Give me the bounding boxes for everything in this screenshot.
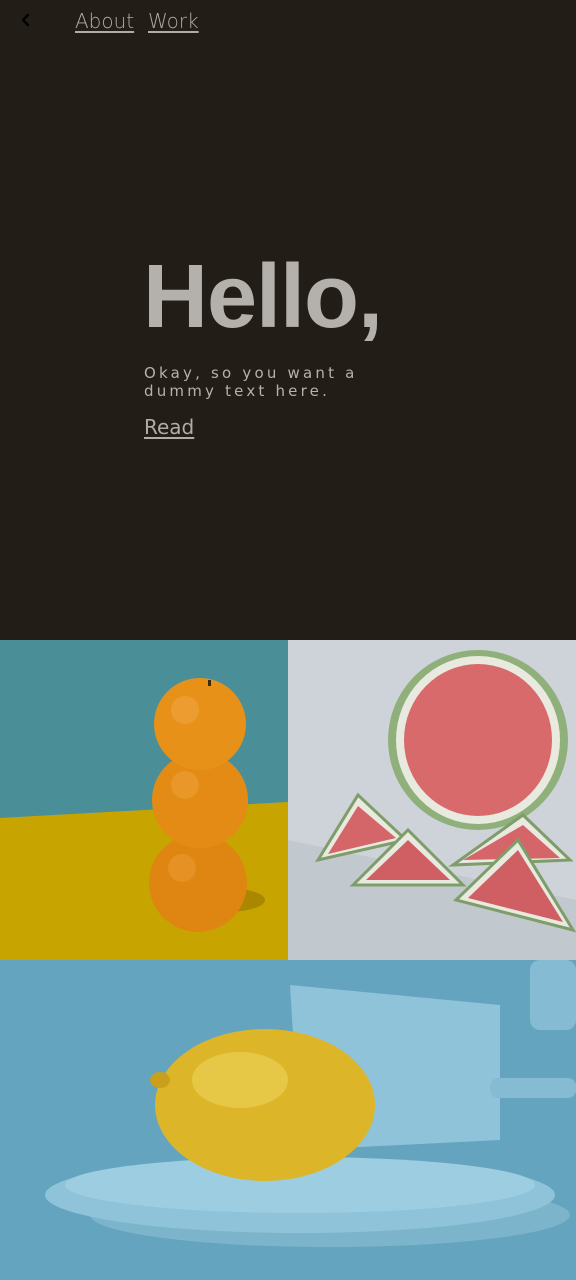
back-button[interactable]	[14, 8, 38, 32]
hero-subtitle: Okay, so you want a dummy text here.	[144, 364, 358, 400]
chevron-left-icon	[21, 13, 30, 27]
watermelon-image	[288, 640, 576, 960]
read-link[interactable]: Read	[144, 415, 194, 439]
hero-headline: Hello,	[143, 247, 383, 347]
oranges-stack-image	[0, 640, 288, 960]
lemon-plate-image	[0, 960, 576, 1280]
nav-link-about[interactable]: About	[75, 9, 134, 33]
hero-section: Hello, Okay, so you want a dummy text he…	[0, 44, 576, 640]
top-nav: About Work	[0, 0, 576, 44]
nav-link-work[interactable]: Work	[148, 9, 199, 33]
